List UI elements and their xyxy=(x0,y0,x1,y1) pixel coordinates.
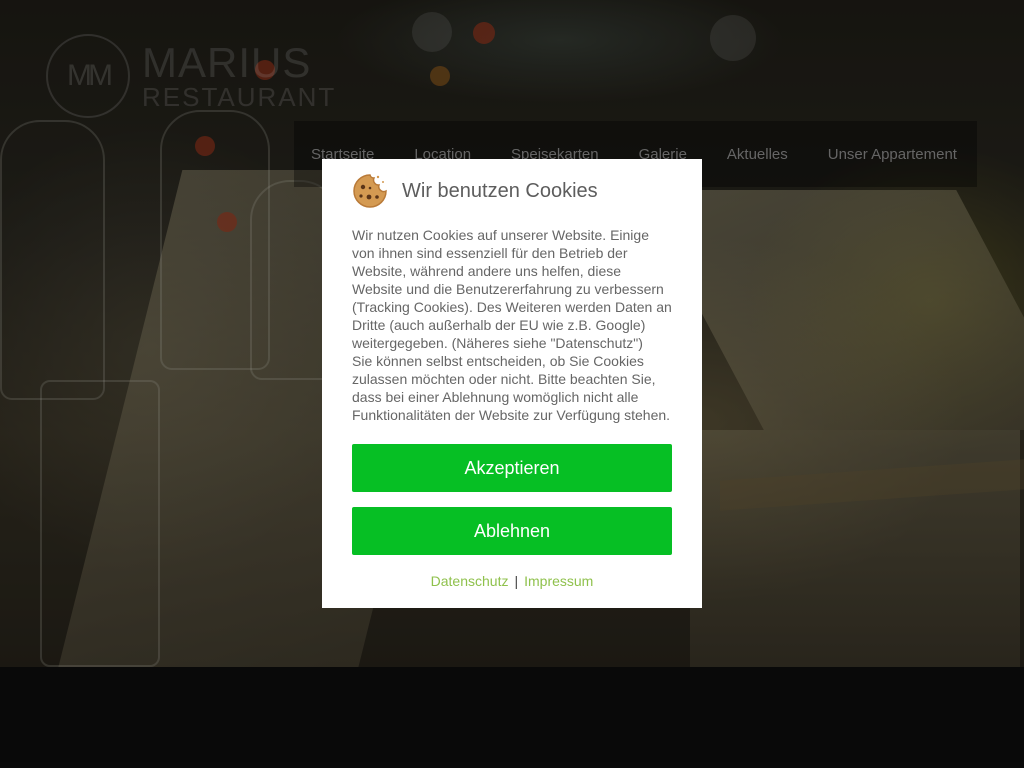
dialog-footer-links: Datenschutz | Impressum xyxy=(322,573,702,589)
link-separator: | xyxy=(514,573,519,589)
cookie-icon xyxy=(353,174,387,208)
dialog-message-paragraph: Sie können selbst entscheiden, ob Sie Co… xyxy=(352,353,671,423)
imprint-link[interactable]: Impressum xyxy=(524,573,593,589)
reject-cookies-button[interactable]: Ablehnen xyxy=(352,507,672,555)
cookie-consent-dialog: Wir benutzen Cookies Wir nutzen Cookies … xyxy=(322,159,702,608)
dialog-message: Wir nutzen Cookies auf unserer Website. … xyxy=(352,226,674,424)
dialog-title: Wir benutzen Cookies xyxy=(402,179,598,202)
privacy-link[interactable]: Datenschutz xyxy=(431,573,509,589)
accept-cookies-button[interactable]: Akzeptieren xyxy=(352,444,672,492)
dialog-message-paragraph: Wir nutzen Cookies auf unserer Website. … xyxy=(352,227,672,351)
dialog-header: Wir benutzen Cookies xyxy=(352,173,598,209)
